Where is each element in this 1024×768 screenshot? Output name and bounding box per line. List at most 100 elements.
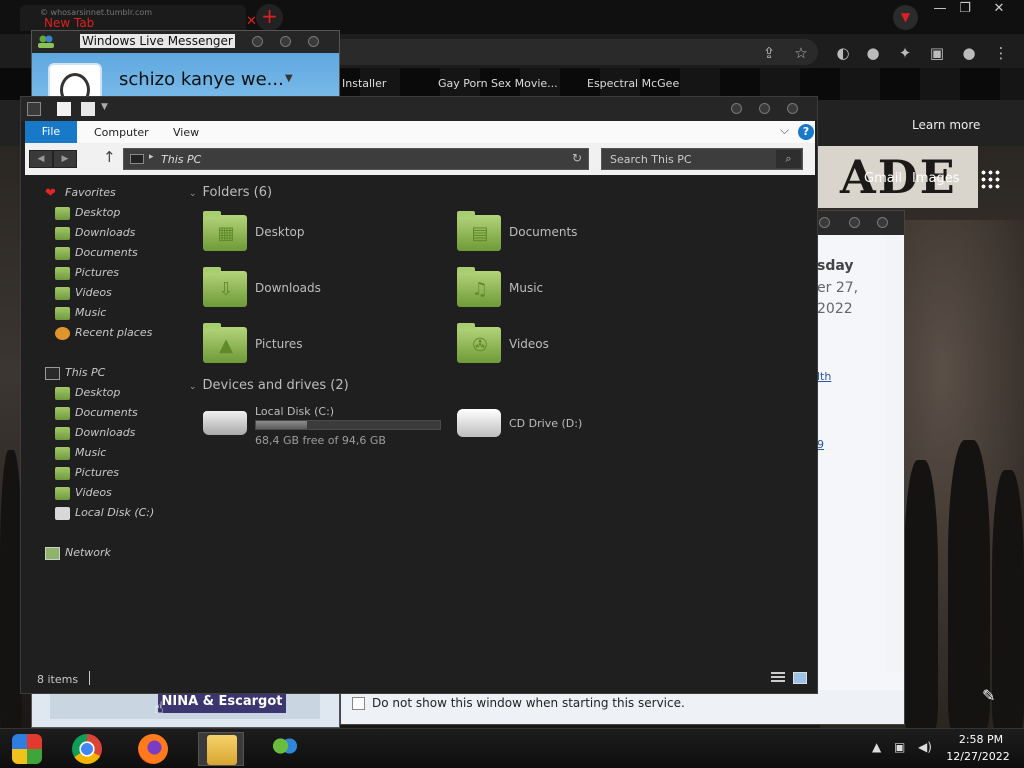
explorer-titlebar[interactable]: ▼ [21, 97, 817, 121]
tab-file[interactable]: File [25, 121, 77, 143]
music-folder-icon [55, 447, 70, 460]
messenger-logo-icon [38, 35, 54, 48]
dont-show-checkbox[interactable] [352, 697, 365, 710]
downloads-folder-icon [55, 427, 70, 440]
search-input[interactable]: Search This PC ⌕ [601, 148, 803, 170]
browser-restore-icon[interactable]: ❐ [950, 0, 980, 20]
dialog-day: sday [817, 258, 854, 274]
browser-address-bar[interactable] [330, 39, 818, 65]
minimize-icon[interactable] [819, 217, 830, 228]
close-icon[interactable] [308, 36, 319, 47]
customize-qa-icon[interactable]: ▼ [101, 102, 115, 116]
images-link[interactable]: Images [912, 171, 960, 186]
learn-more-link[interactable]: Learn more [912, 118, 980, 132]
folder-videos[interactable]: ✇ Videos [457, 323, 687, 369]
folder-desktop[interactable]: ▦ Desktop [203, 211, 433, 257]
dialog-date: er 27, 2022 [817, 278, 858, 320]
bookmark-item[interactable]: Gay Porn Sex Movie... [438, 77, 558, 90]
expand-ribbon-icon[interactable]: ⌵ [780, 123, 789, 138]
taskbar-firefox[interactable] [130, 732, 176, 766]
forward-icon[interactable]: ▶ [53, 150, 77, 168]
start-button[interactable] [4, 732, 50, 766]
drive-cd-d[interactable]: CD Drive (D:) [457, 403, 687, 447]
clock-time[interactable]: 2:58 PM [956, 733, 1006, 746]
messenger-title: Windows Live Messenger [80, 34, 235, 48]
dialog-link[interactable]: lth [817, 370, 831, 383]
tab-computer[interactable]: Computer [94, 126, 149, 139]
show-hidden-icons-icon[interactable]: ▲ [872, 740, 881, 754]
folders-group-header[interactable]: ⌄ Folders (6) [189, 185, 272, 200]
new-tab-button[interactable]: + [256, 4, 283, 31]
back-icon[interactable]: ◀ [29, 150, 53, 168]
folder-tab [203, 211, 221, 217]
group-title: Devices and drives (2) [202, 378, 349, 393]
status-bar: 8 items [25, 667, 815, 691]
folder-pictures[interactable]: ▲ Pictures [203, 323, 433, 369]
bookmark-item[interactable]: Espectral McGee [587, 77, 679, 90]
taskbar-messenger[interactable] [262, 732, 308, 766]
breadcrumb-arrow-icon[interactable]: ▸ [149, 152, 154, 162]
devices-group-header[interactable]: ⌄ Devices and drives (2) [189, 378, 349, 393]
help-icon[interactable]: ? [798, 124, 814, 140]
search-icon[interactable]: ⌕ [776, 150, 801, 168]
taskbar-chrome[interactable] [64, 732, 110, 766]
folder-name: Music [509, 281, 544, 295]
extension-icon[interactable]: ◐ [834, 44, 852, 62]
browser-tab[interactable]: © whosarsinnet.tumblr.com New Tab ✕ [20, 5, 257, 31]
messenger-banner[interactable]: NINA & Escargot [158, 691, 286, 713]
messenger-titlebar[interactable]: Windows Live Messenger [32, 31, 339, 53]
taskbar-explorer[interactable] [198, 732, 244, 766]
new-folder-icon[interactable] [81, 102, 95, 116]
folder-music[interactable]: ♫ Music [457, 267, 687, 313]
large-icons-view-icon[interactable] [793, 672, 807, 684]
refresh-icon[interactable]: ↻ [567, 151, 587, 167]
folder-documents[interactable]: ▤ Documents [457, 211, 687, 257]
minimize-icon[interactable] [252, 36, 263, 47]
browser-close-icon[interactable]: ✕ [984, 0, 1014, 20]
minimize-icon[interactable] [731, 103, 742, 114]
folder-glyph: ✇ [472, 335, 488, 356]
folder-name: Videos [509, 337, 549, 351]
bookmark-star-icon[interactable]: ☆ [792, 44, 810, 62]
dialog-link[interactable]: 9 [817, 438, 824, 451]
volume-icon[interactable]: ◀) [918, 740, 932, 754]
desktop-icon [55, 207, 70, 220]
display-name[interactable]: schizo kanye we... [119, 69, 284, 90]
sidepanel-icon[interactable]: ▣ [928, 44, 946, 62]
close-icon[interactable] [787, 103, 798, 114]
clock-date[interactable]: 12/27/2022 [942, 750, 1014, 763]
pencil-icon[interactable]: ✎ [982, 686, 995, 705]
up-icon[interactable]: ↑ [103, 148, 116, 166]
maximize-icon[interactable] [280, 36, 291, 47]
status-dropdown-icon[interactable]: ▼ [285, 73, 293, 84]
sidebar-label: Desktop [75, 386, 121, 399]
folder-downloads[interactable]: ⇩ Downloads [203, 267, 433, 313]
maximize-icon[interactable] [849, 217, 860, 228]
breadcrumb[interactable]: This PC [161, 153, 201, 166]
profile-icon[interactable]: ● [960, 44, 978, 62]
tab-view[interactable]: View [173, 126, 199, 139]
music-folder-icon: ♫ [457, 267, 501, 307]
properties-icon[interactable] [57, 102, 71, 116]
drive-local-disk-c[interactable]: Local Disk (C:) 68,4 GB free of 94,6 GB [203, 403, 453, 447]
folder-name: Downloads [255, 281, 321, 295]
folder-name: Pictures [255, 337, 303, 351]
bookmark-item[interactable]: Installer [342, 77, 386, 90]
details-view-icon[interactable] [771, 672, 785, 684]
maximize-icon[interactable] [759, 103, 770, 114]
sidebar-label: Music [75, 446, 107, 459]
window-menu-icon[interactable] [27, 102, 41, 116]
dialog-scrollbar[interactable] [886, 236, 902, 672]
sidebar-label: Network [65, 546, 111, 559]
puzzle-icon[interactable]: ✦ [896, 44, 914, 62]
share-icon[interactable]: ⇪ [760, 44, 778, 62]
network-tray-icon[interactable]: ▣ [894, 740, 905, 754]
extension-icon[interactable]: ● [864, 44, 882, 62]
gmail-link[interactable]: Gmail [864, 171, 902, 186]
menu-icon[interactable]: ⋮ [992, 44, 1010, 62]
close-icon[interactable] [877, 217, 888, 228]
heart-icon: ❤ [45, 186, 56, 201]
apps-grid-icon[interactable] [980, 169, 1000, 189]
tab-search-icon[interactable]: ▼ [893, 5, 918, 30]
address-bar[interactable]: ▸ This PC ↻ [123, 148, 589, 170]
